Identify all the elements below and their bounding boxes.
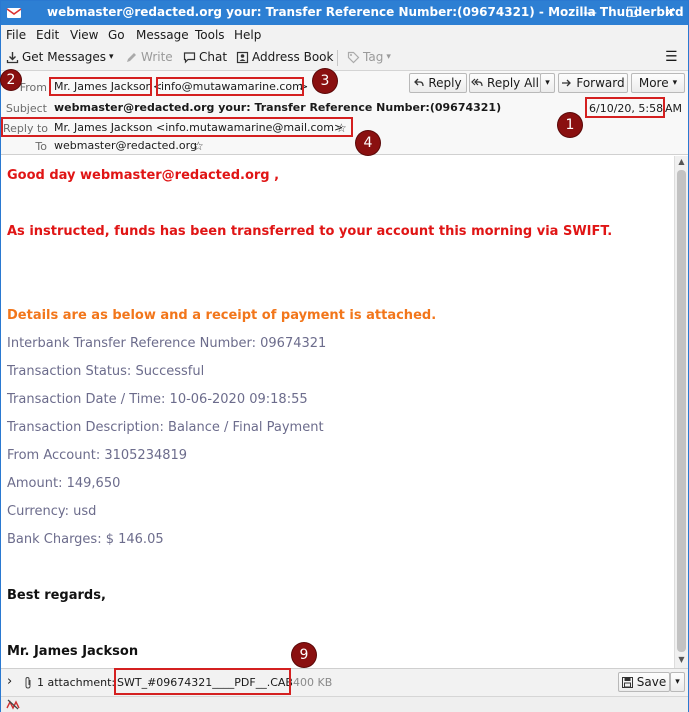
minimize-button[interactable]: — [573, 1, 607, 25]
offline-status-icon[interactable] [6, 699, 20, 710]
annotation-box-from-name [49, 77, 152, 96]
attachment-bar: › 1 attachment: SWT_#09674321____PDF__.C… [1, 668, 688, 696]
menu-bar: File Edit View Go Message Tools Help [1, 25, 688, 45]
more-button[interactable]: More ▾ [631, 73, 685, 93]
star-icon[interactable]: ☆ [193, 139, 204, 153]
annotation-box-attachment [114, 668, 291, 695]
paperclip-icon [25, 676, 31, 689]
tag-label: Tag [363, 50, 384, 64]
attachment-count: 1 attachment: [37, 676, 116, 689]
pencil-icon [127, 52, 136, 62]
more-label: More [638, 76, 669, 90]
annotation-box-reply-to [1, 117, 353, 137]
scroll-up-arrow[interactable]: ▲ [675, 157, 688, 169]
forward-label: Forward [576, 76, 625, 90]
to-label: To [35, 140, 47, 153]
scroll-down-arrow[interactable]: ▼ [675, 655, 688, 667]
reply-label: Reply [428, 76, 462, 90]
currency-line: Currency: usd [7, 504, 97, 519]
write-label: Write [141, 50, 173, 64]
thunderbird-window: webmaster@redacted.org your: Transfer Re… [0, 0, 689, 712]
regards-line: Best regards, [7, 588, 106, 603]
scroll-thumb[interactable] [677, 170, 686, 652]
menu-edit[interactable]: Edit [36, 28, 59, 42]
save-attachment-dropdown[interactable]: ▾ [670, 672, 685, 692]
date-suffix: AM [665, 102, 683, 115]
app-menu-button[interactable]: ☰ [665, 49, 678, 65]
annotation-box-date [585, 97, 665, 118]
address-book-label: Address Book [252, 50, 334, 64]
to-value[interactable]: webmaster@redacted.org [54, 139, 197, 152]
annotation-box-from-email [156, 77, 304, 96]
menu-help[interactable]: Help [234, 28, 261, 42]
description-line: Transaction Description: Balance / Final… [7, 420, 324, 435]
annotation-marker-1: 1 [558, 113, 582, 137]
tag-icon [347, 51, 360, 63]
save-attachment-button[interactable]: Save [618, 672, 670, 692]
chevron-down-icon: ▾ [109, 52, 114, 62]
reply-all-button[interactable]: Reply All [469, 73, 541, 93]
menu-go[interactable]: Go [108, 28, 125, 42]
chat-bubble-icon [183, 51, 196, 63]
title-bar: webmaster@redacted.org your: Transfer Re… [1, 1, 688, 25]
reply-all-icon [471, 78, 483, 87]
maximize-button[interactable]: ☐ [615, 1, 649, 25]
annotation-marker-3: 3 [313, 69, 337, 93]
subject-value: webmaster@redacted.org your: Transfer Re… [54, 101, 502, 114]
save-disk-icon [621, 676, 633, 688]
address-book-icon [236, 51, 249, 63]
hamburger-icon: ☰ [665, 49, 678, 65]
annotation-marker-9: 9 [292, 643, 316, 667]
charges-line: Bank Charges: $ 146.05 [7, 532, 164, 547]
subject-label: Subject [5, 102, 47, 115]
attachment-size: 400 KB [293, 676, 333, 689]
chevron-down-icon: ▾ [386, 52, 391, 62]
reply-arrow-icon [414, 78, 425, 87]
instructed-line: As instructed, funds has been transferre… [7, 224, 613, 239]
reply-button[interactable]: Reply [409, 73, 467, 93]
envelope-app-icon [6, 8, 22, 18]
reference-line: Interbank Transfer Reference Number: 096… [7, 336, 327, 351]
tag-button[interactable]: Tag ▾ [347, 50, 391, 64]
message-body: Good day webmaster@redacted.org , As ins… [1, 156, 674, 668]
greeting-line: Good day webmaster@redacted.org , [7, 168, 280, 183]
close-button[interactable]: ✕ [653, 1, 687, 25]
address-book-button[interactable]: Address Book [236, 50, 333, 64]
menu-message[interactable]: Message [136, 28, 189, 42]
main-toolbar: Get Messages ▾ Write Chat Address Book T… [1, 45, 688, 71]
write-button[interactable]: Write [125, 50, 173, 64]
annotation-marker-2: 2 [1, 70, 21, 90]
status-line: Transaction Status: Successful [7, 364, 205, 379]
datetime-line: Transaction Date / Time: 10-06-2020 09:1… [7, 392, 308, 407]
chat-label: Chat [199, 50, 228, 64]
get-messages-button[interactable]: Get Messages ▾ [6, 50, 114, 64]
menu-file[interactable]: File [6, 28, 26, 42]
chat-button[interactable]: Chat [183, 50, 227, 64]
amount-line: Amount: 149,650 [7, 476, 121, 491]
forward-button[interactable]: Forward [558, 73, 628, 93]
menu-view[interactable]: View [70, 28, 98, 42]
toolbar-separator [337, 50, 338, 66]
menu-tools[interactable]: Tools [195, 28, 225, 42]
details-line: Details are as below and a receipt of pa… [7, 308, 437, 323]
body-scrollbar[interactable]: ▲ ▼ [674, 156, 688, 668]
signature-line: Mr. James Jackson [7, 644, 139, 659]
status-bar [1, 696, 688, 712]
get-messages-label: Get Messages [22, 50, 107, 64]
forward-arrow-icon [562, 79, 572, 87]
chevron-down-icon: ▾ [545, 78, 550, 88]
from-account-line: From Account: 3105234819 [7, 448, 188, 463]
expand-attachments-toggle[interactable]: › [7, 674, 12, 689]
annotation-marker-4: 4 [356, 131, 380, 155]
reply-all-label: Reply All [487, 76, 539, 90]
chevron-down-icon: ▾ [672, 78, 678, 88]
save-label: Save [636, 675, 667, 689]
reply-all-dropdown[interactable]: ▾ [540, 73, 555, 93]
chevron-down-icon: ▾ [675, 677, 680, 687]
download-icon [6, 51, 19, 63]
